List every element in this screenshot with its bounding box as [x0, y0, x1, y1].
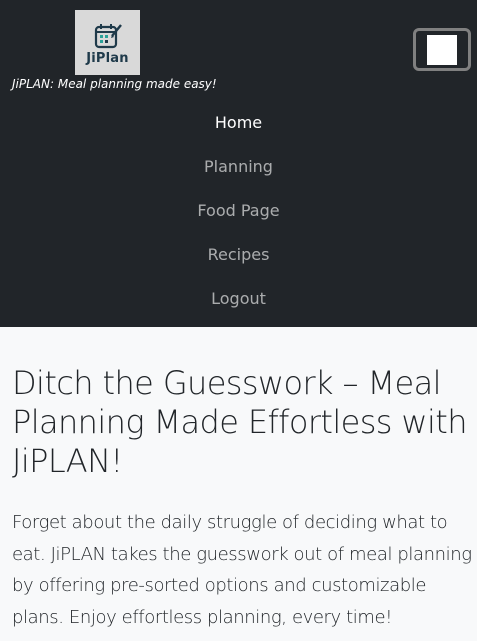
nav-menu: Home Planning Food Page Recipes Logout — [0, 100, 477, 320]
nav-item-recipes[interactable]: Recipes — [0, 232, 477, 276]
navbar-toggler-button[interactable] — [413, 28, 471, 71]
hamburger-menu-icon — [427, 34, 457, 65]
brand-tagline: JiPLAN: Meal planning made easy! — [12, 77, 217, 91]
calendar-checklist-icon — [94, 23, 122, 48]
nav-item-home[interactable]: Home — [0, 100, 477, 144]
nav-item-food-page[interactable]: Food Page — [0, 188, 477, 232]
brand-logo[interactable]: JiPlan — [75, 10, 140, 75]
nav-item-logout[interactable]: Logout — [0, 276, 477, 320]
nav-item-planning[interactable]: Planning — [0, 144, 477, 188]
hero-title: Ditch the Guesswork – Meal Planning Made… — [12, 364, 468, 480]
brand-logo-text: JiPlan — [86, 50, 129, 66]
navbar: JiPlan JiPLAN: Meal planning made easy! … — [0, 0, 477, 327]
hero-description: Forget about the daily struggle of decid… — [12, 512, 472, 628]
